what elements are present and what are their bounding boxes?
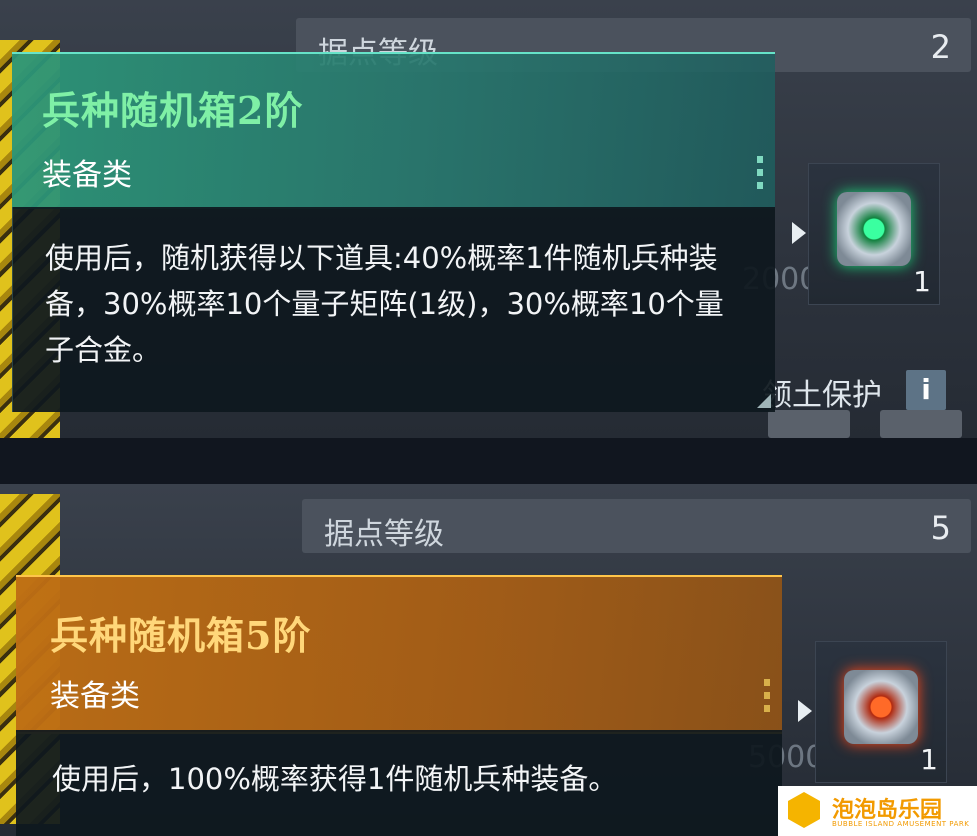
item-slot[interactable]: 1	[815, 641, 947, 783]
item-description: 使用后，100%概率获得1件随机兵种装备。	[52, 762, 618, 796]
more-icon	[757, 156, 763, 190]
item-category: 装备类	[50, 679, 140, 714]
item-description: 使用后，随机获得以下道具:40%概率1件随机兵种装备，30%概率10个量子矩阵(…	[45, 241, 724, 367]
level-bar: 据点等级 5	[302, 499, 971, 553]
item-count: 1	[913, 265, 931, 298]
action-button-partial[interactable]	[768, 410, 850, 438]
item-category: 装备类	[42, 158, 132, 193]
arrow-right-icon	[798, 700, 812, 722]
territory-protection-label: 领土保护	[762, 378, 882, 413]
watermark-subtitle: BUBBLE ISLAND AMUSEMENT PARK	[832, 820, 970, 828]
level-value: 5	[930, 509, 951, 547]
green-crate-icon	[837, 192, 911, 266]
tooltip-body: 使用后，100%概率获得1件随机兵种装备。	[16, 730, 782, 836]
item-slot[interactable]: 1	[808, 163, 940, 305]
red-crate-icon	[844, 670, 918, 744]
arrow-right-icon	[792, 222, 806, 244]
item-title: 兵种随机箱2阶	[42, 88, 304, 133]
tooltip-header: 兵种随机箱2阶 装备类	[12, 52, 775, 209]
info-button[interactable]: i	[906, 370, 946, 410]
item-tooltip-tier5: 兵种随机箱5阶 装备类 使用后，100%概率获得1件随机兵种装备。	[16, 575, 782, 836]
tooltip-body: 使用后，随机获得以下道具:40%概率1件随机兵种装备，30%概率10个量子矩阵(…	[12, 207, 775, 412]
divider	[0, 438, 977, 484]
bubble-island-logo-icon	[788, 792, 820, 828]
more-icon	[764, 679, 770, 713]
corner-mark-icon	[757, 394, 771, 408]
item-tooltip-tier2: 兵种随机箱2阶 装备类 使用后，随机获得以下道具:40%概率1件随机兵种装备，3…	[12, 52, 775, 412]
watermark-logo: 泡泡岛乐园 BUBBLE ISLAND AMUSEMENT PARK	[778, 786, 977, 836]
tooltip-header: 兵种随机箱5阶 装备类	[16, 575, 782, 734]
level-value: 2	[930, 28, 951, 66]
item-count: 1	[920, 743, 938, 776]
level-label: 据点等级	[324, 517, 444, 552]
item-title: 兵种随机箱5阶	[50, 613, 312, 658]
action-button-partial[interactable]	[880, 410, 962, 438]
